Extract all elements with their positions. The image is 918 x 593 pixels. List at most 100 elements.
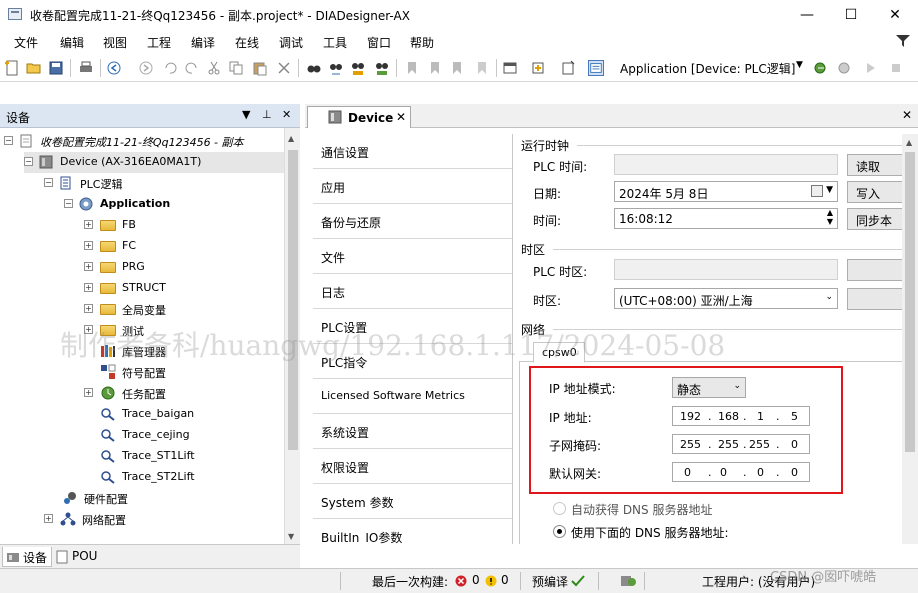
- tab-pou[interactable]: POU: [52, 547, 101, 567]
- panel-pin-icon[interactable]: ⊥: [262, 108, 272, 121]
- tree-scrollbar[interactable]: ▲ ▼: [284, 128, 300, 544]
- window-icon[interactable]: [502, 60, 518, 76]
- tree-node-trace-cejing[interactable]: Trace_cejing: [100, 425, 284, 446]
- find-in-project-icon[interactable]: [350, 60, 366, 76]
- ip-octet[interactable]: 0: [720, 466, 727, 479]
- ip-octet[interactable]: 255: [718, 438, 739, 451]
- tree-node-prg[interactable]: + PRG: [84, 257, 284, 278]
- menu-view[interactable]: 视图: [103, 34, 127, 51]
- save-icon[interactable]: [48, 60, 64, 76]
- collapse-icon[interactable]: −: [4, 136, 13, 145]
- nav-files[interactable]: 文件: [313, 239, 512, 274]
- menu-debug[interactable]: 调试: [279, 34, 303, 51]
- stop-icon[interactable]: [888, 60, 904, 76]
- expand-icon[interactable]: +: [84, 325, 93, 334]
- print-icon[interactable]: [78, 60, 94, 76]
- menu-tools[interactable]: 工具: [323, 34, 347, 51]
- menu-file[interactable]: 文件: [14, 34, 38, 51]
- dns-auto-radio[interactable]: [553, 502, 566, 515]
- ip-octet[interactable]: 0: [757, 466, 764, 479]
- tab-device[interactable]: Device ✕: [307, 106, 411, 128]
- tree-node-symbol-config[interactable]: 符号配置: [100, 362, 284, 383]
- menu-help[interactable]: 帮助: [410, 34, 434, 51]
- nav-builtin-io-params[interactable]: BuiltIn_IO参数: [313, 519, 512, 544]
- tree-node-trace-baigan[interactable]: Trace_baigan: [100, 404, 284, 425]
- dns-manual-radio[interactable]: [553, 525, 566, 538]
- expand-icon[interactable]: +: [84, 241, 93, 250]
- nav-permission-settings[interactable]: 权限设置: [313, 449, 512, 484]
- scroll-up-icon[interactable]: ▲: [288, 134, 294, 143]
- timezone-select[interactable]: (UTC+08:00) 亚洲/上海 ⌄: [614, 288, 838, 309]
- calendar-icon[interactable]: [811, 185, 823, 197]
- ip-octet[interactable]: 255: [749, 438, 770, 451]
- scroll-up-icon[interactable]: ▲: [906, 138, 912, 147]
- insert-icon[interactable]: [530, 60, 546, 76]
- expand-icon[interactable]: +: [84, 283, 93, 292]
- active-application-label[interactable]: Application [Device: PLC逻辑]: [620, 60, 795, 77]
- find-replace-icon[interactable]: [328, 60, 344, 76]
- replace-in-project-icon[interactable]: [374, 60, 390, 76]
- collapse-icon[interactable]: −: [24, 157, 33, 166]
- back-icon[interactable]: [106, 60, 122, 76]
- maximize-button[interactable]: ☐: [836, 4, 866, 26]
- prev-bookmark-icon[interactable]: [426, 60, 442, 76]
- nav-plc-settings[interactable]: PLC设置: [313, 309, 512, 344]
- menu-build[interactable]: 编译: [191, 34, 215, 51]
- tree-node-test[interactable]: + 测试: [84, 320, 284, 341]
- new-icon[interactable]: [4, 60, 20, 76]
- tree-node-task-config[interactable]: + 任务配置: [84, 383, 284, 404]
- ip-octet[interactable]: 5: [791, 410, 798, 423]
- undo-icon[interactable]: [162, 60, 178, 76]
- subnet-mask-input[interactable]: 255 . 255 . 255 . 0: [672, 434, 810, 454]
- nav-plc-commands[interactable]: PLC指令: [313, 344, 512, 379]
- paste-icon[interactable]: [252, 60, 268, 76]
- nav-log[interactable]: 日志: [313, 274, 512, 309]
- tree-node-library-manager[interactable]: 库管理器: [100, 341, 284, 362]
- ip-octet[interactable]: 1: [757, 410, 764, 423]
- filter-icon[interactable]: [896, 34, 910, 48]
- tree-node-trace-st2lift[interactable]: Trace_ST2Lift: [100, 467, 284, 488]
- tree-node-plc-logic[interactable]: − PLC逻辑: [44, 173, 284, 194]
- menu-online[interactable]: 在线: [235, 34, 259, 51]
- tab-devices[interactable]: 设备: [2, 547, 53, 567]
- ip-octet[interactable]: 192: [680, 410, 701, 423]
- tree-node-network-config[interactable]: + 网络配置: [44, 509, 284, 530]
- open-icon[interactable]: [26, 60, 42, 76]
- find-icon[interactable]: [306, 60, 322, 76]
- tree-node-project[interactable]: − 收卷配置完成11-21-终Qq123456 - 副本: [4, 131, 284, 152]
- minimize-button[interactable]: —: [792, 4, 822, 26]
- logout-icon[interactable]: [836, 60, 852, 76]
- application-icon[interactable]: [588, 60, 604, 76]
- next-bookmark-icon[interactable]: [450, 60, 466, 76]
- menu-edit[interactable]: 编辑: [60, 34, 84, 51]
- nav-licensed-software-metrics[interactable]: Licensed Software Metrics: [313, 379, 512, 414]
- close-button[interactable]: ✕: [880, 4, 910, 26]
- delete-icon[interactable]: [276, 60, 292, 76]
- ip-octet[interactable]: 0: [791, 438, 798, 451]
- nav-system-settings[interactable]: 系统设置: [313, 414, 512, 449]
- collapse-icon[interactable]: −: [64, 199, 73, 208]
- clear-bookmarks-icon[interactable]: [474, 60, 490, 76]
- expand-icon[interactable]: +: [84, 220, 93, 229]
- default-gateway-input[interactable]: 0 . 0 . 0 . 0: [672, 462, 810, 482]
- panel-close-icon[interactable]: ✕: [282, 108, 291, 121]
- start-icon[interactable]: [862, 60, 878, 76]
- menu-project[interactable]: 工程: [147, 34, 171, 51]
- time-spinner-icon[interactable]: ▲ ▼: [827, 208, 833, 226]
- expand-icon[interactable]: +: [84, 262, 93, 271]
- tree-node-device[interactable]: − Device (AX-316EA0MA1T): [24, 152, 284, 173]
- close-all-icon[interactable]: ✕: [902, 108, 912, 122]
- nav-system-params[interactable]: System 参数: [313, 484, 512, 519]
- nav-comm-settings[interactable]: 通信设置: [313, 134, 512, 169]
- menu-window[interactable]: 窗口: [367, 34, 391, 51]
- app-selector-dropdown-icon[interactable]: ▼: [796, 60, 803, 70]
- timezone-dropdown-icon[interactable]: ⌄: [825, 292, 833, 302]
- properties-icon[interactable]: [560, 60, 576, 76]
- copy-icon[interactable]: [228, 60, 244, 76]
- tree-node-global-vars[interactable]: + 全局变量: [84, 299, 284, 320]
- expand-icon[interactable]: +: [84, 388, 93, 397]
- ip-address-input[interactable]: 192 . 168 . 1 . 5: [672, 406, 810, 426]
- time-picker[interactable]: 16:08:12 ▲ ▼: [614, 208, 838, 229]
- ip-octet[interactable]: 168: [718, 410, 739, 423]
- tree-node-hardware-config[interactable]: 硬件配置: [62, 488, 284, 509]
